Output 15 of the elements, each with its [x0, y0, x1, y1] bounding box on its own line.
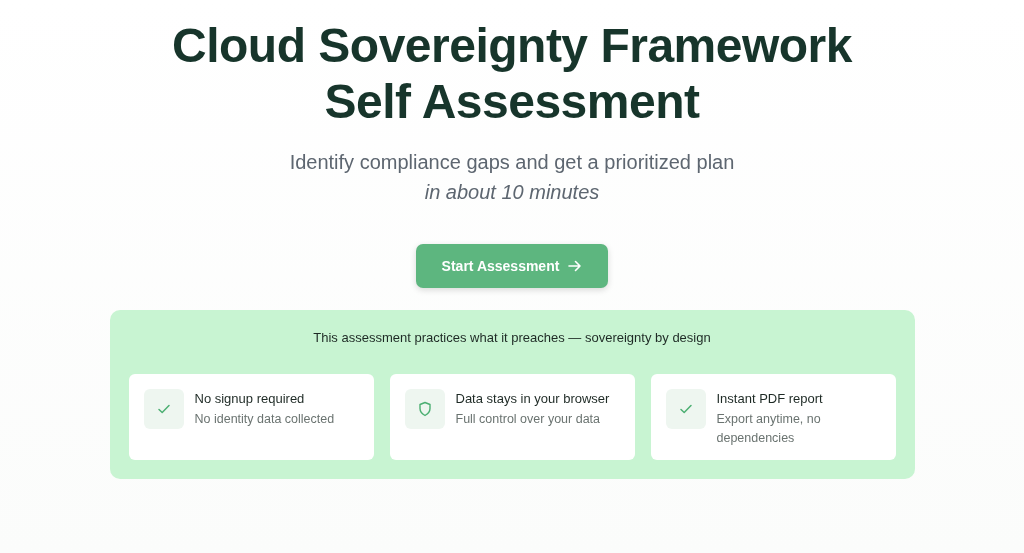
panel-heading: This assessment practices what it preaches — sovereignty by design [312, 330, 712, 345]
feature-description: Export anytime, no dependencies [716, 411, 822, 447]
shield-icon [404, 389, 445, 429]
feature-title: No signup required [194, 391, 306, 406]
page-title: Cloud Sovereignty Framework Self Assessment [171, 18, 854, 130]
check-icon [665, 389, 706, 429]
subtitle: Identify compliance gaps and get a prioritized plan [289, 150, 735, 175]
feature-description: Full control over your data [455, 411, 601, 428]
feature-description: No identity data collected [194, 411, 336, 428]
subtitle-emphasis: in about 10 minutes [424, 180, 600, 205]
feature-title: Instant PDF report [716, 391, 824, 406]
start-assessment-button[interactable]: Start Assessment [416, 244, 608, 288]
feature-title: Data stays in your browser [455, 391, 611, 406]
arrow-right-icon [568, 259, 583, 273]
check-icon [143, 389, 184, 429]
